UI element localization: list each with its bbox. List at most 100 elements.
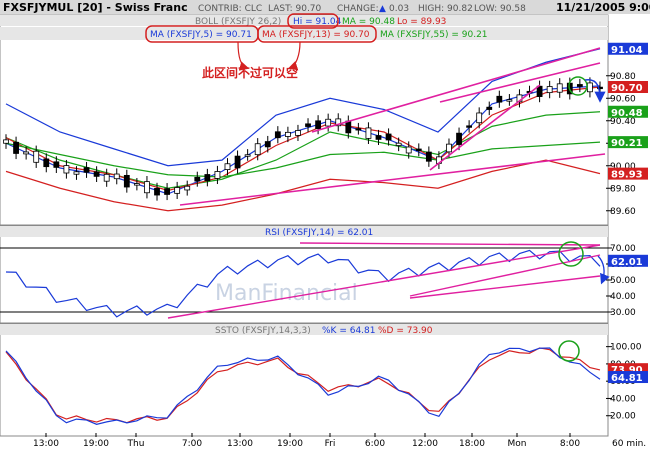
candle-body — [214, 171, 221, 179]
candle-body — [546, 86, 553, 94]
candle-body — [93, 171, 100, 177]
candle-body — [587, 82, 593, 93]
stoch-panel — [0, 323, 609, 437]
candle-body — [33, 150, 40, 163]
ma13-label: MA (FXSFJY,13) = 90.70 — [262, 30, 370, 40]
rsi-badge-text: 62.01 — [611, 257, 643, 268]
candle-body — [63, 165, 70, 174]
candle-body — [23, 151, 30, 155]
rsi-label: RSI (FXSFJY,14) = 62.01 — [265, 228, 373, 238]
change-text: CHANGE: — [337, 4, 379, 14]
stoch-badge-text: 64.81 — [611, 373, 643, 384]
candle-body — [123, 174, 130, 188]
candle-body — [194, 176, 201, 182]
price-y-tick-label: 89.80 — [610, 184, 636, 194]
stoch-y-axis: 100.0080.0060.0040.0020.0073.9064.81 — [606, 343, 648, 422]
price-badge-text: 91.04 — [611, 45, 643, 56]
candle-body — [385, 133, 392, 141]
candle-body — [496, 95, 503, 103]
candle-body — [556, 83, 563, 93]
price-badge: 89.93 — [608, 167, 648, 181]
stoch-d-label: %D = 73.90 — [378, 326, 433, 336]
stoch-y-tick-label: 100.00 — [610, 343, 642, 353]
candle-body — [506, 99, 513, 102]
x-tick-label: 6:00 — [365, 439, 385, 449]
candle-body — [456, 132, 462, 145]
x-interval-label: 60 min. — [612, 439, 646, 449]
stoch-label: SSTO (FXSFJY,14,3,3) — [215, 326, 311, 336]
price-y-tick-label: 90.60 — [610, 94, 636, 104]
price-badge-text: 90.48 — [611, 108, 643, 119]
candle-body — [144, 181, 150, 194]
candle-body — [446, 143, 452, 153]
candle-body — [476, 112, 483, 124]
candle-body — [395, 142, 402, 146]
candle-body — [164, 188, 170, 195]
rsi-y-tick-label: 30.00 — [610, 308, 636, 318]
x-tick-label: 19:00 — [277, 439, 303, 449]
boll-lo-label: Lo = 89.93 — [397, 17, 446, 27]
symbol-title: FXSFJYMUL [20] - Swiss Franc — [3, 1, 188, 14]
stoch-k-label: %K = 64.81 — [322, 326, 375, 336]
change-value: 0.03 — [389, 4, 409, 14]
candle-body — [486, 106, 493, 110]
watermark-text: ManFinancial — [215, 281, 358, 306]
rsi-y-tick-label: 50.00 — [610, 276, 636, 286]
candle-body — [325, 118, 332, 127]
ma55-label: MA (FXSFJY,55) = 90.21 — [380, 30, 488, 40]
candle-body — [415, 148, 422, 152]
candle-body — [53, 161, 60, 168]
stoch-y-tick-label: 40.00 — [610, 394, 636, 404]
candle-body — [204, 174, 211, 182]
price-value-badges: 91.04 90.70 90.48 90.21 89.93 — [608, 42, 648, 181]
x-tick-label: Fri — [325, 439, 336, 449]
candle-body — [536, 85, 543, 97]
candle-body — [274, 131, 281, 139]
candle-body — [305, 123, 311, 127]
candle-body — [224, 163, 231, 171]
last-text: LAST: 90.70 — [268, 4, 322, 14]
candle-body — [345, 120, 352, 134]
rsi-panel — [0, 225, 609, 324]
stoch-y-tick-label: 20.00 — [610, 412, 636, 422]
x-tick-label: 12:00 — [412, 439, 438, 449]
chinese-annotation: 此区间不过可以空 — [202, 65, 298, 80]
contrib-text: CONTRIB: CLC — [198, 4, 262, 14]
chart-svg: FXSFJYMUL [20] - Swiss Franc CONTRIB: CL… — [0, 0, 650, 449]
candle-body — [184, 185, 191, 191]
chart-root: FXSFJYMUL [20] - Swiss Franc CONTRIB: CL… — [0, 0, 650, 450]
candle-body — [133, 183, 140, 186]
price-panel — [0, 14, 609, 226]
candle-body — [244, 154, 251, 157]
price-badge: 90.48 — [608, 105, 648, 119]
candle-body — [295, 130, 301, 136]
candle-body — [174, 187, 181, 194]
x-tick-label: Thu — [127, 439, 145, 449]
candle-body — [254, 143, 261, 156]
x-tick-label: 8:00 — [560, 439, 580, 449]
price-y-tick-label: 89.60 — [610, 207, 636, 217]
price-badge: 90.21 — [608, 136, 648, 149]
candle-body — [83, 167, 90, 173]
ma5-label: MA (FXSFJY,5) = 90.71 — [150, 30, 252, 40]
price-badge-text: 90.70 — [611, 83, 643, 94]
candle-body — [576, 84, 583, 87]
candle-body — [425, 151, 432, 162]
candle-body — [3, 139, 9, 144]
candle-body — [103, 173, 110, 182]
candle-body — [113, 173, 120, 180]
price-badge-text: 90.21 — [611, 138, 643, 149]
candle-body — [284, 131, 291, 137]
x-tick-label: 13:00 — [227, 439, 253, 449]
x-tick-label: 7:00 — [182, 439, 202, 449]
candle-body — [234, 155, 241, 169]
rsi-y-tick-label: 70.00 — [610, 244, 636, 254]
candle-body — [365, 127, 372, 139]
price-badge: 90.70 — [608, 81, 648, 94]
price-badge: 91.04 — [608, 42, 648, 56]
datetime-text: 11/21/2005 9:00 — [556, 1, 650, 14]
rsi-y-tick-label: 40.00 — [610, 292, 636, 302]
candle-body — [264, 141, 271, 148]
price-y-tick-label: 90.80 — [610, 72, 636, 82]
candle-body — [466, 125, 473, 128]
